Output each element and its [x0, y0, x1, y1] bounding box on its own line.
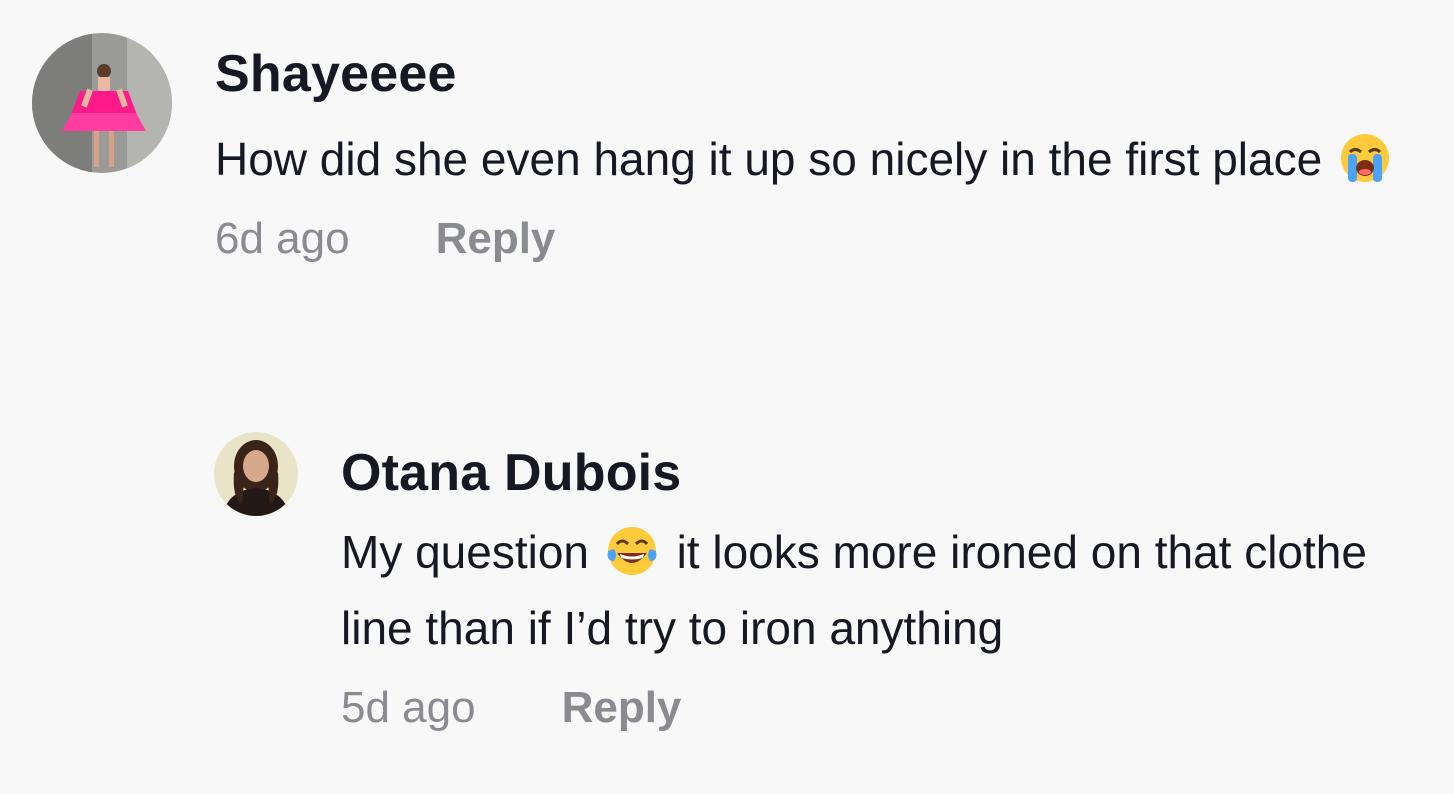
avatar[interactable] — [214, 432, 298, 516]
comment-text-content: My question — [341, 526, 602, 578]
reply-button[interactable]: Reply — [436, 209, 556, 269]
comment-username[interactable]: Otana Dubois — [341, 440, 1441, 506]
comment-timestamp: 6d ago — [215, 214, 350, 263]
comment-username[interactable]: Shayeeee — [215, 41, 1445, 107]
avatar-image — [214, 432, 298, 516]
comment-text-content: How did she even hang it up so nicely in… — [215, 133, 1335, 185]
loudly-crying-face-icon — [1339, 130, 1391, 182]
comment-timestamp: 5d ago — [341, 683, 476, 732]
comment-thread: Shayeeee How did she even hang it up so … — [0, 0, 1454, 794]
comment-text: My question it looks more ironed on that… — [341, 514, 1441, 666]
comment-body: Otana Dubois My question it looks more i… — [341, 440, 1441, 738]
comment-body: Shayeeee How did she even hang it up so … — [215, 41, 1445, 269]
reply-button[interactable]: Reply — [562, 678, 682, 738]
avatar[interactable] — [32, 33, 172, 173]
avatar-image — [32, 33, 172, 173]
face-with-tears-of-joy-icon — [606, 523, 658, 575]
comment-meta: 6d ago Reply — [215, 209, 1445, 269]
comment-text: How did she even hang it up so nicely in… — [215, 121, 1445, 197]
comment-meta: 5d ago Reply — [341, 678, 1441, 738]
